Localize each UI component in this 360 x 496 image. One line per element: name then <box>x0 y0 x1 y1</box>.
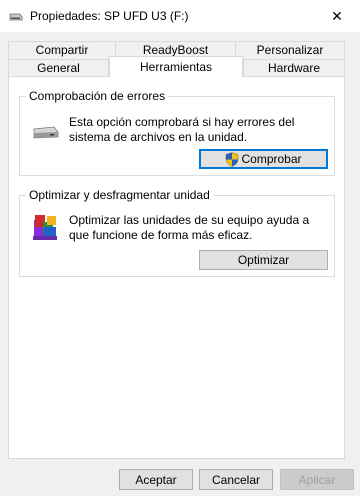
tab-personalizar[interactable]: Personalizar <box>235 41 345 59</box>
error-check-group: Comprobación de errores Esta opción comp… <box>19 89 335 176</box>
optimize-group: Optimizar y desfragmentar unidad Optimiz… <box>19 188 335 277</box>
error-check-description: Esta opción comprobará si hay errores de… <box>69 115 295 144</box>
properties-dialog: Propiedades: SP UFD U3 (F:) ✕ Compartir … <box>0 0 360 496</box>
title-bar: Propiedades: SP UFD U3 (F:) ✕ <box>0 0 360 32</box>
accept-button[interactable]: Aceptar <box>119 469 193 490</box>
check-button-label: Comprobar <box>241 152 302 166</box>
tab-compartir[interactable]: Compartir <box>8 41 116 59</box>
apply-button[interactable]: Aplicar <box>280 469 354 490</box>
cancel-button-label: Cancelar <box>211 472 261 487</box>
accept-button-label: Aceptar <box>135 472 177 487</box>
defrag-icon <box>33 215 57 240</box>
group-title: Comprobación de errores <box>26 89 169 103</box>
optimize-button-label: Optimizar <box>237 253 290 267</box>
group-title: Optimizar y desfragmentar unidad <box>26 188 213 202</box>
tab-label: Personalizar <box>256 43 324 57</box>
tab-hardware[interactable]: Hardware <box>243 59 345 77</box>
usb-drive-icon <box>9 13 23 21</box>
tab-panel-herramientas: Comprobación de errores Esta opción comp… <box>8 76 345 459</box>
optimize-button[interactable]: Optimizar <box>199 250 328 270</box>
tab-label: ReadyBoost <box>142 43 209 57</box>
tab-label: Hardware <box>267 61 321 75</box>
tab-label: Compartir <box>35 43 89 57</box>
tab-general[interactable]: General <box>8 59 109 77</box>
cancel-button[interactable]: Cancelar <box>199 469 273 490</box>
optimize-description: Optimizar las unidades de su equipo ayud… <box>69 213 310 242</box>
close-icon: ✕ <box>331 7 343 24</box>
apply-button-label: Aplicar <box>298 472 336 487</box>
tab-herramientas[interactable]: Herramientas <box>109 56 243 77</box>
close-button[interactable]: ✕ <box>314 0 360 32</box>
check-button[interactable]: Comprobar <box>199 149 328 169</box>
tab-label: General <box>37 61 80 75</box>
tab-label: Herramientas <box>139 60 213 74</box>
window-title: Propiedades: SP UFD U3 (F:) <box>30 9 189 23</box>
drive-icon <box>33 126 59 139</box>
uac-shield-icon <box>226 151 239 167</box>
